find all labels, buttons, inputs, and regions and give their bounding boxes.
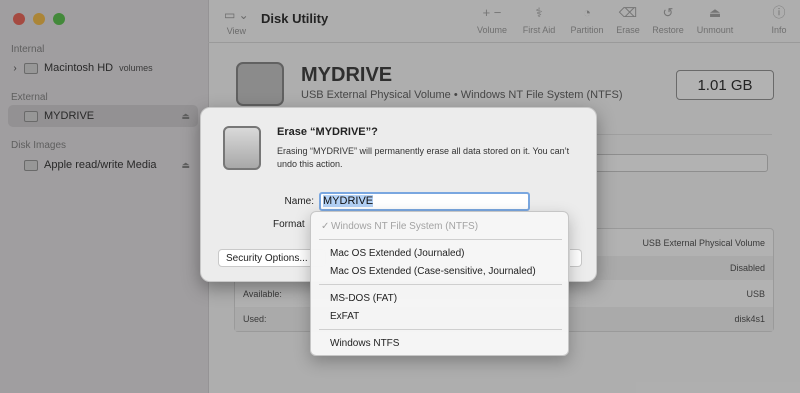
menu-item-windows-ntfs[interactable]: Windows NTFS [311,335,568,353]
menu-separator [319,329,562,330]
checkmark-icon: ✓ [321,221,330,232]
menu-separator [319,239,562,240]
dialog-title: Erase “MYDRIVE”? [277,126,378,138]
menu-item-ms-dos-fat[interactable]: MS-DOS (FAT) [311,290,568,308]
format-label: Format [273,219,305,230]
menu-item-mac-os-extended-case-sensitive[interactable]: Mac OS Extended (Case-sensitive, Journal… [311,263,568,281]
menu-item-ntfs-current[interactable]: ✓ Windows NT File System (NTFS) [311,218,568,236]
external-drive-icon [223,126,261,170]
name-label: Name: [284,196,314,207]
menu-item-exfat[interactable]: ExFAT [311,308,568,326]
format-dropdown-menu: ✓ Windows NT File System (NTFS) Mac OS E… [310,211,569,356]
name-input[interactable]: MYDRIVE [319,192,530,211]
menu-item-mac-os-extended-journaled[interactable]: Mac OS Extended (Journaled) [311,245,568,263]
erase-confirm-button[interactable] [570,249,582,267]
name-value: MYDRIVE [323,195,374,207]
dialog-message: Erasing “MYDRIVE” will permanently erase… [277,146,570,169]
menu-separator [319,284,562,285]
